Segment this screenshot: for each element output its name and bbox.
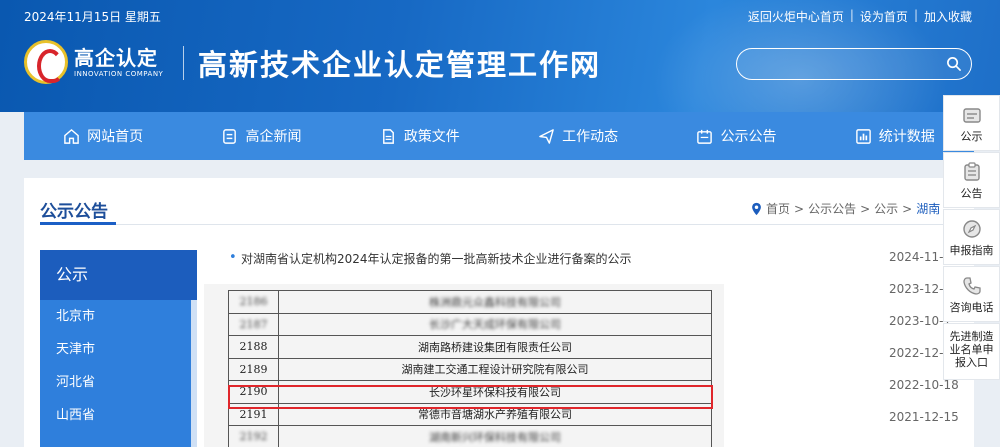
company-name: 湖南建工交通工程设计研究院有限公司 (278, 357, 712, 381)
category-sidebar: 公示 北京市 天津市 河北省 山西省 (40, 250, 197, 447)
highlight-box (228, 385, 713, 409)
table-row: 2192 湖南新兴环保科技有限公司 (228, 425, 712, 447)
breadcrumb-sep: > (860, 201, 871, 216)
sidebar-item-tianjin[interactable]: 天津市 (40, 333, 197, 366)
row-number: 2192 (228, 425, 279, 447)
section-title: 公示公告 (40, 202, 108, 222)
table-row: 2187 长沙广大天成环保有限公司 (228, 312, 712, 336)
float-item-phone[interactable]: 咨询电话 (943, 266, 1000, 322)
row-number: 2189 (228, 357, 279, 381)
logo-subtext: INNOVATION COMPANY (74, 70, 164, 78)
send-icon (539, 128, 554, 144)
main-content: 公示公告 首页 > 公示公告 > 公示 > 湖南 公示 北京市 天津市 河北省 … (24, 178, 974, 447)
row-number: 2186 (228, 290, 279, 314)
sidebar-item-beijing[interactable]: 北京市 (40, 300, 197, 333)
float-item-entry[interactable]: 先进制造业名单申报入口 (943, 323, 1000, 380)
table-row: 2188 湖南路桥建设集团有限责任公司 (228, 335, 712, 359)
nav-label: 公示公告 (720, 129, 777, 145)
clipboard-icon (963, 162, 980, 181)
table-row: 2186 株洲鼎元众鑫科技有限公司 (228, 290, 712, 314)
nav-notice[interactable]: 公示公告 (657, 112, 815, 160)
logo-mark-icon (24, 40, 68, 84)
logo-text: 高企认定 (74, 46, 158, 70)
company-name: 长沙广大天成环保有限公司 (278, 312, 712, 336)
sidebar-scrollbar[interactable] (191, 300, 197, 447)
breadcrumb-public[interactable]: 公示 (874, 200, 898, 217)
breadcrumb-current[interactable]: 湖南 (916, 200, 940, 217)
sidebar-item-hebei[interactable]: 河北省 (40, 366, 197, 399)
company-name: 湖南新兴环保科技有限公司 (278, 425, 712, 447)
breadcrumb-sep: > (794, 201, 805, 216)
float-label: 先进制造业名单申报入口 (949, 330, 994, 369)
main-nav: 网站首页 高企新闻 政策文件 工作动态 公示公告 统计数据 (24, 112, 974, 160)
notice-icon (962, 108, 981, 123)
company-table: 2186 株洲鼎元众鑫科技有限公司 2187 长沙广大天成环保有限公司 2188 湖南路桥… (228, 290, 712, 447)
sidebar-item-shanxi[interactable]: 山西省 (40, 399, 197, 432)
search-icon[interactable] (946, 56, 961, 71)
float-label: 公示 (960, 130, 983, 143)
site-header: 2024年11月15日 星期五 返回火炬中心首页 | 设为首页 | 加入收藏 高… (0, 0, 1000, 112)
nav-label: 政策文件 (403, 129, 460, 145)
float-item-public[interactable]: 公示 (943, 95, 1000, 151)
nav-policy[interactable]: 政策文件 (341, 112, 499, 160)
site-logo[interactable]: 高企认定 INNOVATION COMPANY (24, 40, 172, 84)
location-pin-icon (752, 202, 761, 215)
bullet-icon: • (229, 250, 237, 265)
home-icon (64, 128, 79, 144)
document-image: 2186 株洲鼎元众鑫科技有限公司 2187 长沙广大天成环保有限公司 2188 湖南路桥… (204, 284, 724, 447)
separator: | (913, 8, 918, 22)
site-title: 高新技术企业认定管理工作网 (198, 48, 602, 82)
company-name: 株洲鼎元众鑫科技有限公司 (278, 290, 712, 314)
logo-divider (183, 46, 184, 80)
float-label: 公告 (960, 187, 983, 200)
company-name: 湖南路桥建设集团有限责任公司 (278, 335, 712, 359)
nav-work[interactable]: 工作动态 (499, 112, 657, 160)
link-torch-center[interactable]: 返回火炬中心首页 (748, 8, 844, 25)
breadcrumb: 首页 > 公示公告 > 公示 > 湖南 (751, 200, 940, 217)
link-set-homepage[interactable]: 设为首页 (860, 8, 908, 25)
link-add-favorite[interactable]: 加入收藏 (924, 8, 972, 25)
floating-menu: 公示 公告 申报指南 咨询电话 先进制造业名单申报入口 (943, 95, 1000, 380)
section-underline (40, 222, 116, 225)
breadcrumb-home[interactable]: 首页 (766, 200, 790, 217)
nav-label: 网站首页 (87, 129, 144, 145)
separator: | (849, 8, 854, 22)
nav-label: 工作动态 (562, 129, 619, 145)
nav-home[interactable]: 网站首页 (24, 112, 182, 160)
row-number: 2187 (228, 312, 279, 336)
list-date: 2021-12-15 (889, 410, 959, 424)
article-title[interactable]: 对湖南省认定机构2024年认定报备的第一批高新技术企业进行备案的公示 (241, 250, 632, 267)
compass-icon (962, 220, 981, 238)
top-links: 返回火炬中心首页 | 设为首页 | 加入收藏 (748, 8, 972, 25)
list-date: 2022-10-18 (889, 378, 959, 392)
notice-icon (697, 129, 713, 144)
row-number: 2188 (228, 335, 279, 359)
chart-icon (855, 128, 871, 144)
news-icon (223, 128, 237, 144)
table-row: 2189 湖南建工交通工程设计研究院有限公司 (228, 357, 712, 381)
phone-icon (962, 277, 981, 295)
breadcrumb-notice[interactable]: 公示公告 (808, 200, 856, 217)
section-divider (40, 224, 974, 225)
document-icon (382, 128, 394, 144)
current-date: 2024年11月15日 星期五 (24, 10, 161, 24)
float-item-announcement[interactable]: 公告 (943, 152, 1000, 208)
nav-news[interactable]: 高企新闻 (182, 112, 340, 160)
nav-label: 统计数据 (878, 129, 935, 145)
float-item-guide[interactable]: 申报指南 (943, 209, 1000, 265)
nav-label: 高企新闻 (245, 129, 302, 145)
breadcrumb-sep: > (902, 201, 913, 216)
float-label: 申报指南 (949, 244, 994, 257)
search-box (736, 48, 972, 80)
search-input[interactable] (749, 53, 939, 75)
sidebar-heading: 公示 (40, 250, 197, 300)
float-label: 咨询电话 (949, 301, 994, 314)
